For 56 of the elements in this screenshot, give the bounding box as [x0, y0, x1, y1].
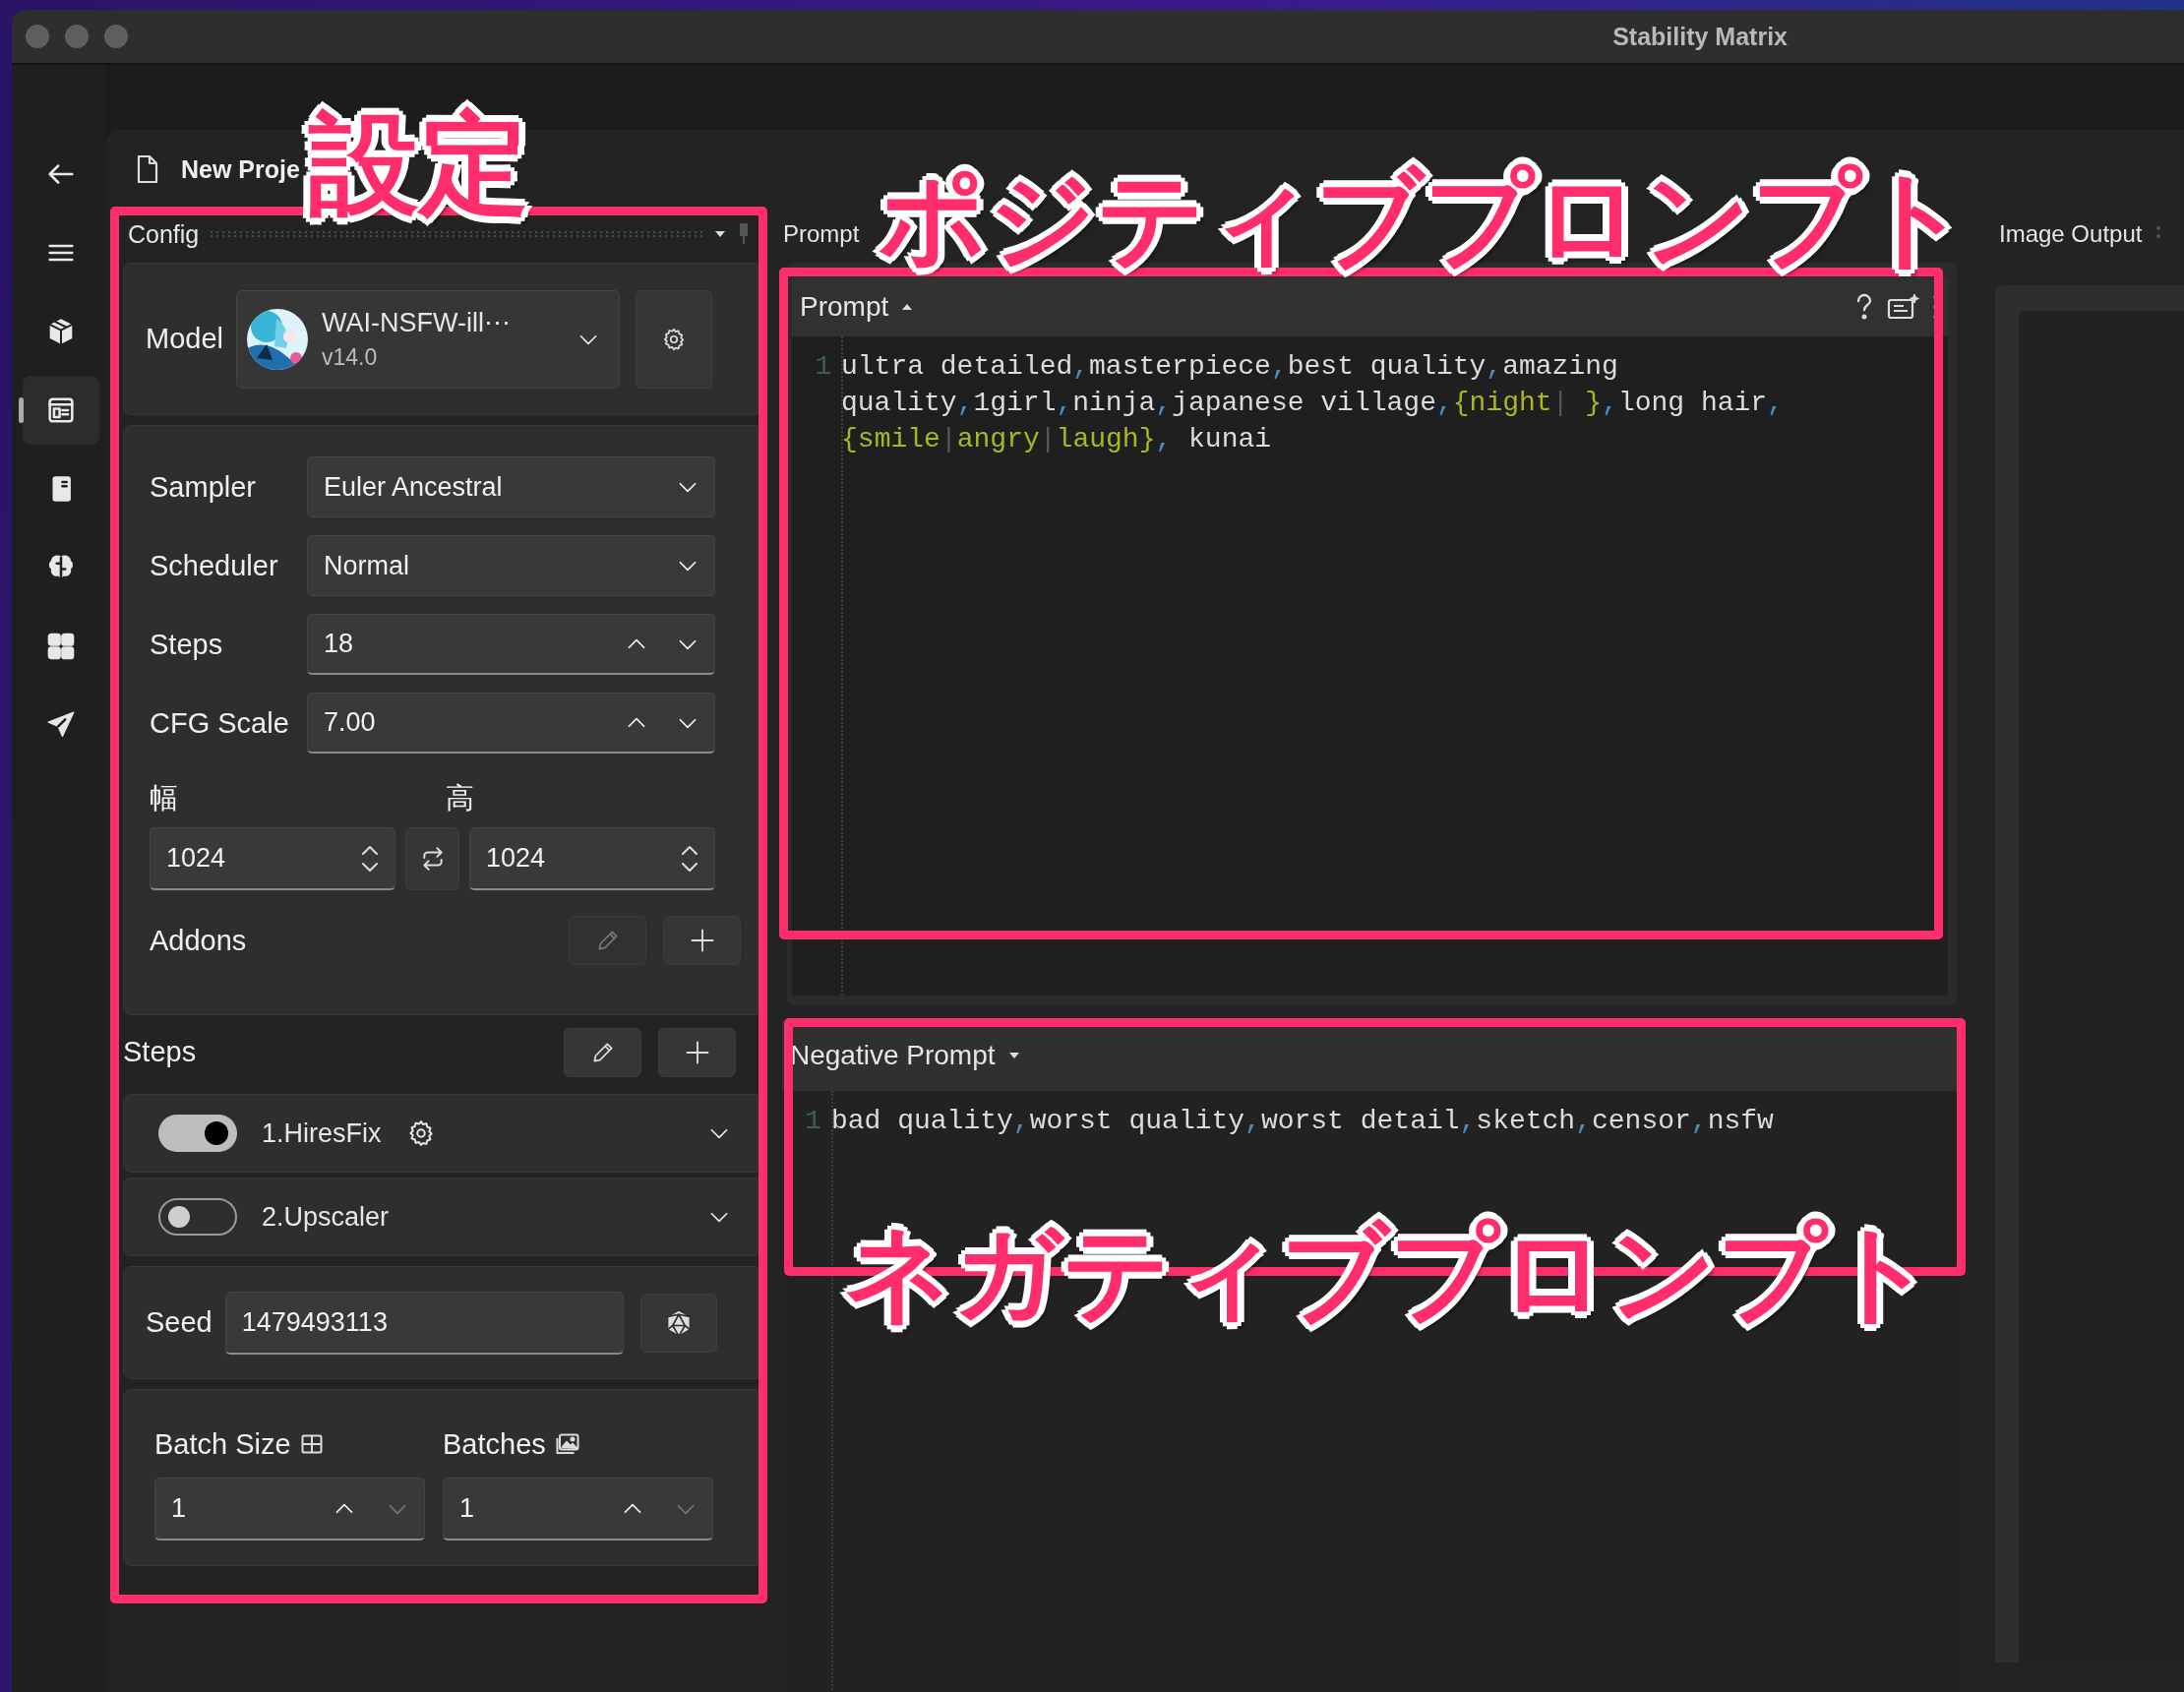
stepper-arrows-icon[interactable] — [359, 843, 381, 874]
model-version: v14.0 — [322, 344, 379, 371]
settings-button[interactable] — [636, 289, 712, 389]
caret-down-icon[interactable] — [713, 229, 727, 239]
field-label: CFG Scale — [150, 706, 290, 740]
sparkle-card-icon[interactable] — [1887, 292, 1920, 322]
field-label: Seed — [146, 1306, 212, 1339]
randomize-button[interactable] — [639, 1293, 717, 1353]
line-number: 1 — [804, 1105, 822, 1138]
dropdown[interactable]: Euler Ancestral — [307, 456, 715, 517]
field-label: Scheduler — [150, 549, 279, 582]
step-label: 2.Upscaler — [262, 1201, 390, 1233]
toggle-switch[interactable] — [158, 1198, 237, 1236]
dropdown[interactable]: Normal — [307, 535, 715, 596]
field-label: Batch Size — [154, 1427, 291, 1461]
number-field[interactable]: 7.00 — [307, 693, 715, 754]
seed-field[interactable]: 1479493113 — [224, 1291, 624, 1355]
window-title: Stability Matrix — [1612, 22, 1788, 51]
field-label: 幅 — [150, 781, 179, 816]
caret-down-icon[interactable] — [1006, 1051, 1021, 1060]
step-label: 1.HiresFix — [262, 1118, 382, 1149]
editor-title: Negative Prompt — [790, 1040, 996, 1071]
gear-icon — [661, 326, 687, 352]
field-label: 高 — [445, 781, 475, 816]
prompt-text[interactable]: bad quality,worst quality,worst detail,sketch,censor,nsfw — [827, 1103, 1937, 1139]
field-label: Steps — [150, 628, 224, 661]
number-field[interactable]: 1024 — [150, 827, 395, 890]
number-field[interactable]: 18 — [307, 614, 715, 675]
line-number: 1 — [814, 350, 832, 384]
panel-title: Image Output — [1999, 220, 2143, 248]
editor-title: Prompt — [800, 291, 889, 323]
model-name: WAI-NSFW-ill⋯ — [322, 307, 512, 338]
project-title: New Proje — [181, 154, 300, 184]
panel-title: Config — [128, 219, 200, 249]
toggle-switch[interactable] — [158, 1115, 237, 1152]
section-label: Steps — [123, 1036, 198, 1068]
add-button[interactable] — [658, 1027, 736, 1077]
field-label: Sampler — [150, 470, 257, 504]
image-icon — [555, 1433, 579, 1455]
edit-button[interactable] — [564, 1027, 641, 1077]
number-field[interactable]: 1 — [154, 1478, 425, 1541]
annotation-label: ポジティブプロンプト — [878, 155, 1972, 281]
section-label: Addons — [150, 924, 248, 957]
model-dropdown[interactable]: WAI-NSFW-ill⋯ v14.0 — [236, 289, 620, 389]
caret-up-icon[interactable] — [900, 302, 915, 312]
table-icon — [300, 1434, 323, 1454]
number-field[interactable]: 1 — [443, 1478, 713, 1541]
field-label: Model — [146, 323, 223, 355]
file-icon — [136, 154, 159, 184]
number-field[interactable]: 1024 — [469, 827, 715, 890]
panel-title: Prompt — [783, 220, 860, 248]
field-label: Batches — [443, 1427, 546, 1461]
swap-button[interactable] — [405, 827, 459, 890]
stepper-arrows-icon[interactable] — [679, 843, 700, 874]
prompt-text[interactable]: ultra detailed,masterpiece,best quality,amazing quality,1girl,ninja,japanese village,{night| },long hair, {smile|angry|laugh}, kunai — [837, 348, 1947, 457]
add-button[interactable] — [663, 916, 741, 965]
